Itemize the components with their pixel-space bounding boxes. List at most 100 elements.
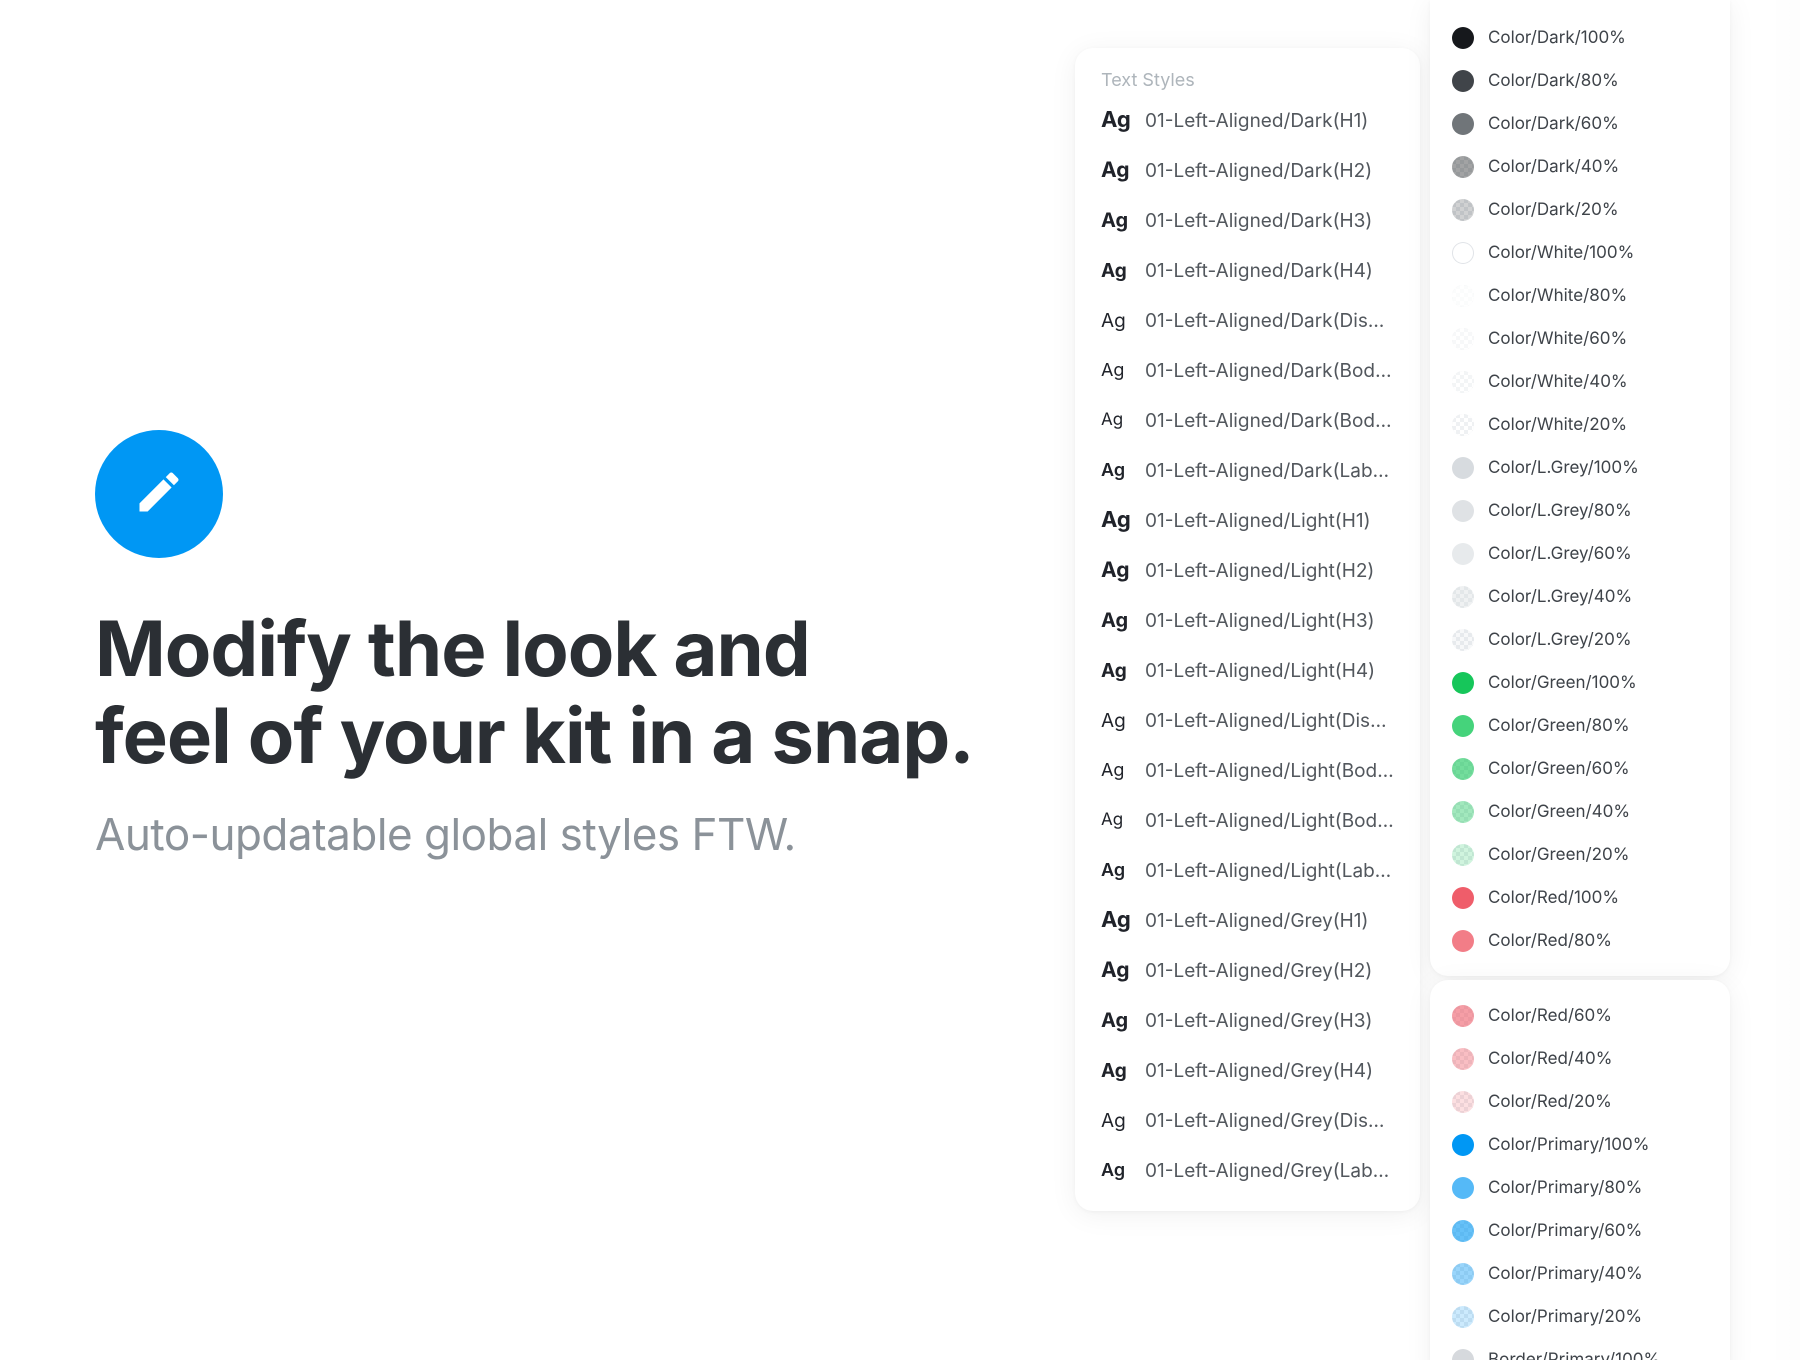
color-styles-list-top: Color/Dark/100%Color/Dark/80%Color/Dark/…	[1430, 16, 1730, 962]
text-style-label: 01-Left-Aligned/Light(Display)	[1145, 709, 1394, 732]
color-swatch-icon	[1452, 1005, 1474, 1027]
text-style-sample-icon: Ag	[1101, 760, 1131, 781]
color-style-row[interactable]: Color/Primary/20%	[1430, 1295, 1730, 1338]
text-style-row[interactable]: Ag01-Left-Aligned/Light(H2)	[1075, 545, 1420, 595]
text-style-label: 01-Left-Aligned/Dark(H3)	[1145, 209, 1372, 232]
color-style-label: Color/White/20%	[1488, 415, 1627, 435]
color-style-row[interactable]: Color/Red/60%	[1430, 994, 1730, 1037]
color-style-row[interactable]: Color/L.Grey/80%	[1430, 489, 1730, 532]
text-style-label: 01-Left-Aligned/Dark(H1)	[1145, 109, 1368, 132]
text-style-label: 01-Left-Aligned/Grey(H4)	[1145, 1059, 1373, 1082]
color-style-row[interactable]: Color/Dark/80%	[1430, 59, 1730, 102]
color-swatch-icon	[1452, 1177, 1474, 1199]
color-style-row[interactable]: Color/Red/100%	[1430, 876, 1730, 919]
color-swatch-icon	[1452, 1220, 1474, 1242]
text-style-row[interactable]: Ag01-Left-Aligned/Dark(Body L…	[1075, 345, 1420, 395]
color-style-label: Color/Primary/60%	[1488, 1221, 1642, 1241]
color-swatch-icon	[1452, 715, 1474, 737]
color-style-label: Color/White/80%	[1488, 286, 1627, 306]
color-style-row[interactable]: Color/Green/40%	[1430, 790, 1730, 833]
color-style-label: Color/Primary/80%	[1488, 1178, 1642, 1198]
hero-icon	[95, 430, 223, 558]
color-style-row[interactable]: Color/White/80%	[1430, 274, 1730, 317]
color-style-row[interactable]: Color/Dark/40%	[1430, 145, 1730, 188]
color-style-row[interactable]: Border/Primary/100%	[1430, 1338, 1730, 1360]
text-style-row[interactable]: Ag01-Left-Aligned/Dark(Body S…	[1075, 395, 1420, 445]
color-style-label: Color/Red/80%	[1488, 931, 1612, 951]
color-swatch-icon	[1452, 672, 1474, 694]
color-style-row[interactable]: Color/Primary/40%	[1430, 1252, 1730, 1295]
text-style-row[interactable]: Ag01-Left-Aligned/Grey(H1)	[1075, 895, 1420, 945]
hero: Modify the look and feel of your kit in …	[95, 430, 1045, 861]
color-style-row[interactable]: Color/Green/20%	[1430, 833, 1730, 876]
color-style-row[interactable]: Color/L.Grey/60%	[1430, 532, 1730, 575]
color-style-row[interactable]: Color/L.Grey/40%	[1430, 575, 1730, 618]
color-style-row[interactable]: Color/Red/20%	[1430, 1080, 1730, 1123]
color-swatch-icon	[1452, 758, 1474, 780]
text-style-label: 01-Left-Aligned/Grey(Display)	[1145, 1109, 1394, 1132]
text-style-row[interactable]: Ag01-Left-Aligned/Light(Body …	[1075, 745, 1420, 795]
color-swatch-icon	[1452, 930, 1474, 952]
text-style-row[interactable]: Ag01-Left-Aligned/Grey(Display)	[1075, 1095, 1420, 1145]
color-style-row[interactable]: Color/Primary/80%	[1430, 1166, 1730, 1209]
color-style-row[interactable]: Color/White/60%	[1430, 317, 1730, 360]
color-style-row[interactable]: Color/Primary/100%	[1430, 1123, 1730, 1166]
color-swatch-icon	[1452, 1349, 1474, 1360]
color-style-row[interactable]: Color/Dark/20%	[1430, 188, 1730, 231]
color-style-row[interactable]: Color/Green/60%	[1430, 747, 1730, 790]
color-style-row[interactable]: Color/L.Grey/20%	[1430, 618, 1730, 661]
color-style-row[interactable]: Color/Green/80%	[1430, 704, 1730, 747]
text-style-sample-icon: Ag	[1101, 608, 1131, 632]
color-style-row[interactable]: Color/Dark/100%	[1430, 16, 1730, 59]
text-style-label: 01-Left-Aligned/Grey(H3)	[1145, 1009, 1372, 1032]
text-style-row[interactable]: Ag 01-Left-Aligned/Light(H1)	[1075, 495, 1420, 545]
color-style-row[interactable]: Color/Red/80%	[1430, 919, 1730, 962]
text-style-row[interactable]: Ag01-Left-Aligned/Grey(H4)	[1075, 1045, 1420, 1095]
text-style-row[interactable]: Ag01-Left-Aligned/Dark(Label)	[1075, 445, 1420, 495]
color-swatch-icon	[1452, 543, 1474, 565]
text-style-row[interactable]: Ag01-Left-Aligned/Light(Label)	[1075, 845, 1420, 895]
color-swatch-icon	[1452, 629, 1474, 651]
color-style-row[interactable]: Color/Red/40%	[1430, 1037, 1730, 1080]
text-style-row[interactable]: Ag01-Left-Aligned/Dark(H1)	[1075, 95, 1420, 145]
text-style-label: 01-Left-Aligned/Dark(H2)	[1145, 159, 1372, 182]
text-style-row[interactable]: Ag 01-Left-Aligned/Dark(H2)	[1075, 145, 1420, 195]
color-style-row[interactable]: Color/Primary/60%	[1430, 1209, 1730, 1252]
text-style-label: 01-Left-Aligned/Dark(Label)	[1145, 459, 1394, 482]
color-swatch-icon	[1452, 887, 1474, 909]
color-style-row[interactable]: Color/White/20%	[1430, 403, 1730, 446]
color-style-label: Color/White/100%	[1488, 243, 1634, 263]
text-style-row[interactable]: Ag01-Left-Aligned/Light(H4)	[1075, 645, 1420, 695]
color-swatch-icon	[1452, 242, 1474, 264]
color-style-label: Color/Green/100%	[1488, 673, 1637, 693]
color-swatch-icon	[1452, 199, 1474, 221]
color-style-row[interactable]: Color/Green/100%	[1430, 661, 1730, 704]
text-style-row[interactable]: Ag01-Left-Aligned/Grey(H2)	[1075, 945, 1420, 995]
text-style-row[interactable]: Ag01-Left-Aligned/Dark(H3)	[1075, 195, 1420, 245]
text-style-label: 01-Left-Aligned/Light(H1)	[1145, 509, 1371, 532]
text-style-row[interactable]: Ag 01-Left-Aligned/Grey(H3)	[1075, 995, 1420, 1045]
color-swatch-icon	[1452, 414, 1474, 436]
color-swatch-icon	[1452, 500, 1474, 522]
text-style-label: 01-Left-Aligned/Grey(H1)	[1145, 909, 1368, 932]
text-style-label: 01-Left-Aligned/Grey(H2)	[1145, 959, 1372, 982]
color-style-row[interactable]: Color/Dark/60%	[1430, 102, 1730, 145]
color-styles-list-bottom: Color/Red/60%Color/Red/40%Color/Red/20%C…	[1430, 994, 1730, 1360]
text-style-sample-icon: Ag	[1101, 507, 1131, 533]
text-style-sample-icon: Ag	[1101, 158, 1131, 183]
color-swatch-icon	[1452, 457, 1474, 479]
color-style-label: Color/L.Grey/100%	[1488, 458, 1639, 478]
color-style-row[interactable]: Color/White/100%	[1430, 231, 1730, 274]
color-swatch-icon	[1452, 1263, 1474, 1285]
text-style-row[interactable]: Ag01-Left-Aligned/Light(H3)	[1075, 595, 1420, 645]
color-style-row[interactable]: Color/White/40%	[1430, 360, 1730, 403]
color-style-row[interactable]: Color/L.Grey/100%	[1430, 446, 1730, 489]
text-style-sample-icon: Ag	[1101, 1008, 1131, 1032]
text-style-row[interactable]: Ag01-Left-Aligned/Dark(Display)	[1075, 295, 1420, 345]
text-style-row[interactable]: Ag01-Left-Aligned/Dark(H4)	[1075, 245, 1420, 295]
text-style-row[interactable]: Ag01-Left-Aligned/Grey(Label)	[1075, 1145, 1420, 1195]
color-swatch-icon	[1452, 801, 1474, 823]
text-style-row[interactable]: Ag01-Left-Aligned/Light(Body …	[1075, 795, 1420, 845]
stage: Modify the look and feel of your kit in …	[0, 0, 1800, 1360]
text-style-row[interactable]: Ag01-Left-Aligned/Light(Display)	[1075, 695, 1420, 745]
